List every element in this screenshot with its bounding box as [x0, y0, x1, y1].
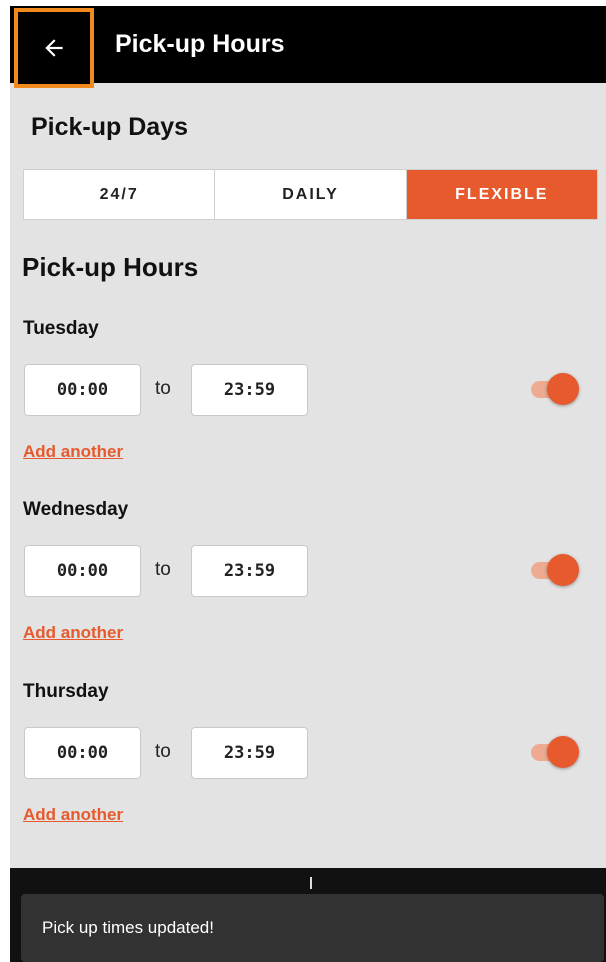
segment-24-7[interactable]: 24/7: [24, 170, 216, 219]
arrow-left-icon: [45, 39, 63, 57]
day-row-tuesday: Tuesday 00:00 to 23:59 Add another: [23, 318, 598, 461]
start-time-field[interactable]: 00:00: [24, 727, 141, 779]
end-time-field[interactable]: 23:59: [191, 364, 308, 416]
end-time-field[interactable]: 23:59: [191, 727, 308, 779]
segment-flexible[interactable]: FLEXIBLE: [406, 170, 597, 219]
day-toggle[interactable]: [531, 554, 579, 586]
end-time-field[interactable]: 23:59: [191, 545, 308, 597]
start-time-field[interactable]: 00:00: [24, 545, 141, 597]
day-toggle[interactable]: [531, 736, 579, 768]
day-toggle[interactable]: [531, 373, 579, 405]
day-label: Thursday: [23, 681, 109, 702]
pickup-days-heading: Pick-up Days: [31, 113, 189, 141]
to-label: to: [155, 378, 171, 399]
add-another-link[interactable]: Add another: [23, 442, 123, 462]
day-row-wednesday: Wednesday 00:00 to 23:59 Add another: [23, 499, 598, 642]
day-row-thursday: Thursday 00:00 to 23:59 Add another: [23, 681, 598, 824]
back-button[interactable]: [14, 8, 94, 88]
to-label: to: [155, 559, 171, 580]
screen: Pick-up Hours Pick-up Days 24/7 DAILY FL…: [10, 6, 606, 962]
pickup-days-selector: 24/7 DAILY FLEXIBLE: [23, 169, 598, 220]
add-another-link[interactable]: Add another: [23, 805, 123, 825]
pickup-hours-heading: Pick-up Hours: [22, 252, 199, 282]
add-another-link[interactable]: Add another: [23, 623, 123, 643]
toggle-knob: [547, 373, 579, 405]
toggle-knob: [547, 736, 579, 768]
start-time-field[interactable]: 00:00: [24, 364, 141, 416]
to-label: to: [155, 741, 171, 762]
page-title: Pick-up Hours: [115, 30, 285, 58]
segment-daily[interactable]: DAILY: [215, 170, 407, 219]
snackbar: Pick up times updated!: [21, 894, 604, 962]
day-label: Tuesday: [23, 318, 99, 339]
toggle-knob: [547, 554, 579, 586]
app-bar: Pick-up Hours: [10, 6, 606, 88]
divider: [310, 877, 312, 889]
day-label: Wednesday: [23, 499, 129, 520]
snackbar-message: Pick up times updated!: [42, 918, 214, 937]
